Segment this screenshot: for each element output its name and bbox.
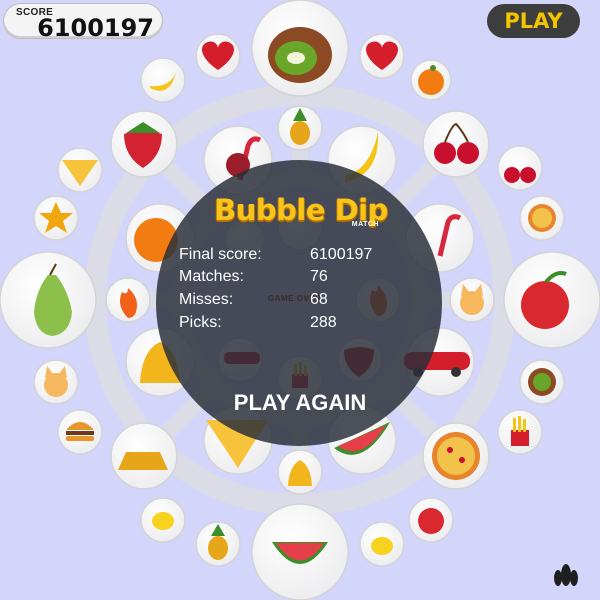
lemon-icon[interactable] xyxy=(371,537,393,555)
gold-bars-icon[interactable] xyxy=(118,452,168,470)
misses-label: Misses: xyxy=(179,291,234,308)
pizza-icon[interactable] xyxy=(528,204,556,232)
misses-value: 68 xyxy=(310,291,328,308)
play-button[interactable]: PLAY xyxy=(487,4,580,38)
play-again-button[interactable]: PLAY AGAIN xyxy=(200,390,400,416)
final-score-value: 6100197 xyxy=(310,246,373,263)
matches-label: Matches: xyxy=(179,268,244,285)
score-value: 6100197 xyxy=(37,14,154,42)
score-panel: SCORE 6100197 xyxy=(3,3,163,42)
players-menu-icon[interactable] xyxy=(553,562,579,588)
lemon-icon[interactable] xyxy=(152,512,174,530)
matches-value: 76 xyxy=(310,268,328,285)
game-logo: Bubble Dip MATCH xyxy=(213,193,389,233)
apple-icon[interactable] xyxy=(418,508,444,534)
kiwi-icon[interactable] xyxy=(528,368,556,396)
final-score-label: Final score: xyxy=(179,246,262,263)
kiwi-icon[interactable] xyxy=(268,27,332,83)
picks-label: Picks: xyxy=(179,314,222,331)
logo-subtitle: MATCH xyxy=(351,221,379,228)
picks-value: 288 xyxy=(310,314,337,331)
pizza-icon[interactable] xyxy=(432,432,480,480)
